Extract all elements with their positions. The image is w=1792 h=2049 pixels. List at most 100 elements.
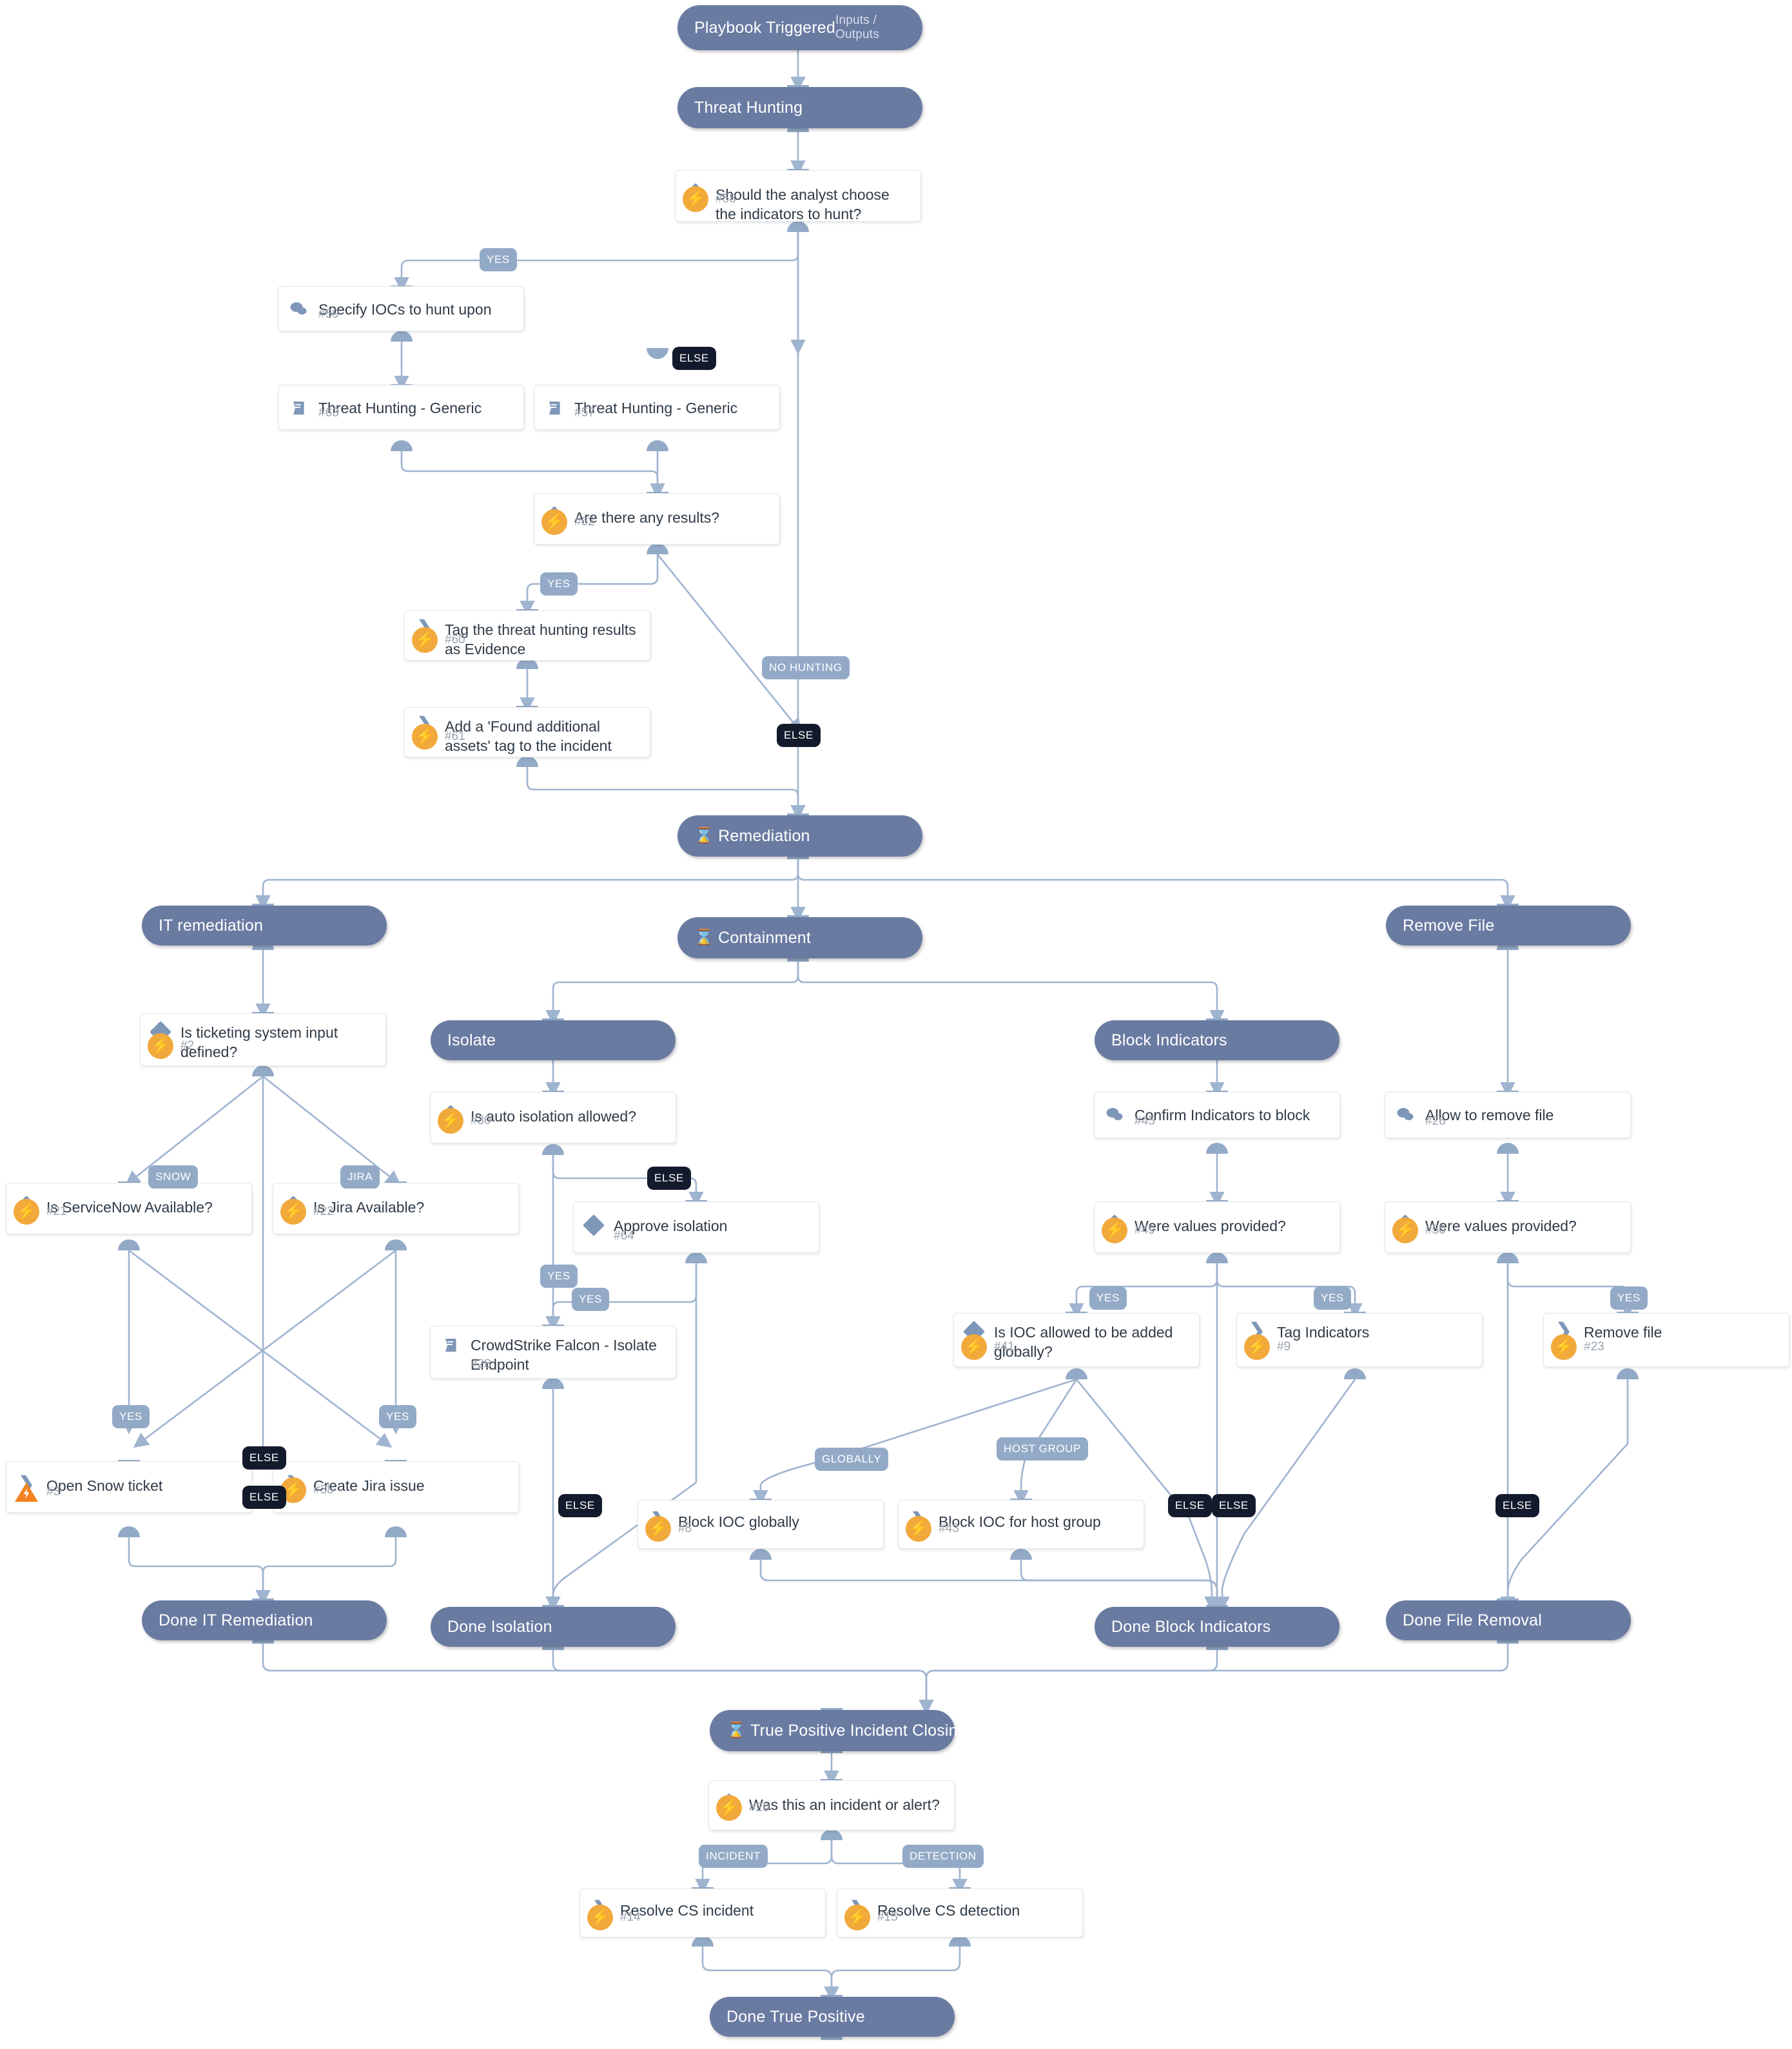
section-label: Block Indicators xyxy=(1111,1031,1227,1049)
edge-label-else: ELSE xyxy=(647,1167,691,1190)
section-threat-hunting[interactable]: Threat Hunting xyxy=(677,87,922,128)
connector-stub xyxy=(542,1378,564,1389)
edge-label-yes: YES xyxy=(572,1288,609,1311)
task-card-38[interactable]: ❯ Create Jira issue ⚡ #38 xyxy=(273,1461,519,1513)
task-id: #61 xyxy=(445,730,465,743)
task-card-45[interactable]: Confirm Indicators to block #45 xyxy=(1094,1092,1340,1138)
section-done-block-indicators[interactable]: Done Block Indicators xyxy=(1095,1607,1339,1647)
task-id: #22 xyxy=(313,1205,334,1218)
section-label: Containment xyxy=(718,928,812,947)
hourglass-icon: ⌛ xyxy=(694,929,714,946)
section-done-isolation[interactable]: Done Isolation xyxy=(431,1607,676,1647)
automation-bolt-icon: ⚡ xyxy=(1385,1218,1425,1243)
task-id: #64 xyxy=(614,1229,634,1243)
connector-stub xyxy=(1206,1252,1228,1263)
edge-label-snow: SNOW xyxy=(148,1165,199,1189)
task-card-63[interactable]: Threat Hunting - Generic #63 xyxy=(278,385,524,430)
task-card-62[interactable]: Are there any results? ⚡ #62 xyxy=(534,493,780,545)
task-card-58[interactable]: Should the analyst choose the indicators… xyxy=(675,170,921,222)
task-card-41[interactable]: Is IOC allowed to be added globally? ⚡ #… xyxy=(953,1313,1200,1367)
section-block-indicators[interactable]: Block Indicators xyxy=(1095,1020,1339,1060)
section-label: Done File Removal xyxy=(1403,1611,1542,1629)
task-card-2[interactable]: Is ticketing system input defined? ⚡ #2 xyxy=(140,1013,386,1066)
edge-label-yes: YES xyxy=(540,572,578,596)
automation-bolt-icon: ⚡ xyxy=(431,1108,471,1134)
task-id: #2 xyxy=(180,1039,195,1053)
automation-bolt-icon: ⚡ xyxy=(1237,1334,1277,1360)
automation-bolt-icon: ⚡ xyxy=(954,1334,994,1360)
connector-stub xyxy=(1066,1368,1087,1379)
task-card-49[interactable]: Were values provided? ⚡ #49 xyxy=(1094,1201,1340,1253)
edge-label-host-group: HOST GROUP xyxy=(997,1437,1088,1461)
task-card-26[interactable]: Allow to remove file #26 xyxy=(1385,1092,1631,1138)
task-id: #14 xyxy=(620,1910,641,1924)
connector-stub xyxy=(1617,1368,1639,1379)
connector-stub xyxy=(1497,1143,1519,1154)
task-card-22[interactable]: Is Jira Available? ⚡ #22 xyxy=(273,1183,519,1234)
task-card-60[interactable]: ❯ Tag the threat hunting results as Evid… xyxy=(404,610,650,661)
task-card-21[interactable]: Is ServiceNow Available? ⚡ #21 xyxy=(6,1183,252,1234)
connector-stub xyxy=(750,1549,772,1560)
task-card-59[interactable]: Specify IOCs to hunt upon #59 xyxy=(278,286,524,331)
connector-stub xyxy=(252,1065,274,1076)
task-card-14[interactable]: ❯ Resolve CS incident ⚡ #14 xyxy=(579,1889,826,1937)
task-id: #43 xyxy=(939,1522,959,1535)
task-card-28[interactable]: CrowdStrike Falcon - Isolate Endpoint #2… xyxy=(430,1326,676,1379)
task-id: #60 xyxy=(445,633,465,646)
section-true-positive-incident-closing[interactable]: ⌛ True Positive Incident Closing xyxy=(710,1710,967,1751)
task-card-50[interactable]: Were values provided? ⚡ #50 xyxy=(1385,1201,1631,1253)
section-containment[interactable]: ⌛ Containment xyxy=(677,917,922,958)
inputs-outputs-label[interactable]: Inputs / Outputs xyxy=(835,14,906,42)
task-card-57[interactable]: Threat Hunting - Generic #57 xyxy=(534,385,780,430)
task-card-15[interactable]: ❯ Resolve CS detection ⚡ #15 xyxy=(837,1889,1083,1937)
task-card-8[interactable]: ❯ Block IOC globally ⚡ #8 xyxy=(638,1500,884,1549)
task-id: #50 xyxy=(1425,1223,1446,1237)
section-done-it-remediation[interactable]: Done IT Remediation xyxy=(142,1600,387,1640)
connector-stub xyxy=(542,1144,564,1155)
edge-label-else: ELSE xyxy=(777,724,821,747)
automation-bolt-icon: ⚡ xyxy=(6,1199,46,1225)
section-playbook-triggered[interactable]: Playbook Triggered Inputs / Outputs xyxy=(677,5,922,50)
section-isolate[interactable]: Isolate xyxy=(431,1020,676,1060)
section-label: Remove File xyxy=(1403,916,1495,935)
task-id: #45 xyxy=(1135,1114,1155,1128)
automation-bolt-icon: ⚡ xyxy=(534,509,574,535)
edge-label-yes: YES xyxy=(1314,1287,1351,1310)
connector-stub xyxy=(647,440,668,451)
section-label: Threat Hunting xyxy=(694,98,803,117)
automation-bolt-icon: ⚡ xyxy=(405,627,445,653)
automation-bolt-icon: ⚡ xyxy=(141,1033,180,1059)
task-card-30[interactable]: Is auto isolation allowed? ⚡ #30 xyxy=(430,1092,676,1143)
task-card-23[interactable]: ❯ Remove file ⚡ #23 xyxy=(1543,1313,1789,1367)
task-card-64[interactable]: Approve isolation #64 xyxy=(573,1201,819,1253)
edge-label-else: ELSE xyxy=(242,1486,286,1509)
connector-stub xyxy=(821,1829,842,1840)
connector-stub xyxy=(1497,1252,1519,1263)
section-done-true-positive[interactable]: Done True Positive xyxy=(710,1997,955,2037)
task-card-43[interactable]: ❯ Block IOC for host group ⚡ #43 xyxy=(898,1500,1144,1549)
section-done-file-removal[interactable]: Done File Removal xyxy=(1386,1600,1631,1640)
automation-bolt-icon: ⚡ xyxy=(638,1516,678,1542)
edge-label-yes: YES xyxy=(480,248,517,271)
task-card-20[interactable]: Was this an incident or alert? ⚡ #20 xyxy=(708,1780,955,1831)
automation-bolt-icon: ⚡ xyxy=(405,724,445,750)
section-label: Done Block Indicators xyxy=(1111,1617,1271,1636)
task-id: #20 xyxy=(749,1801,770,1814)
edge-label-else: ELSE xyxy=(1212,1494,1256,1517)
task-card-3[interactable]: ❯ Open Snow ticket #3 xyxy=(6,1461,252,1513)
task-id: #62 xyxy=(574,515,595,529)
edge-label-yes: YES xyxy=(379,1405,416,1428)
section-label: Remediation xyxy=(718,826,810,845)
task-id: #21 xyxy=(46,1205,67,1218)
section-remediation[interactable]: ⌛ Remediation xyxy=(677,815,922,857)
section-remove-file[interactable]: Remove File xyxy=(1386,906,1631,946)
edge-label-yes: YES xyxy=(540,1265,578,1288)
task-id: #49 xyxy=(1135,1223,1155,1237)
task-card-61[interactable]: ❯ Add a 'Found additional assets' tag to… xyxy=(404,707,650,757)
section-label: Isolate xyxy=(447,1031,496,1049)
section-it-remediation[interactable]: IT remediation xyxy=(142,906,387,946)
edge-label-globally: GLOBALLY xyxy=(815,1448,889,1471)
task-card-9[interactable]: ❯ Tag Indicators ⚡ #9 xyxy=(1236,1313,1483,1367)
section-label: Done IT Remediation xyxy=(159,1611,313,1629)
automation-bolt-icon: ⚡ xyxy=(676,186,716,212)
